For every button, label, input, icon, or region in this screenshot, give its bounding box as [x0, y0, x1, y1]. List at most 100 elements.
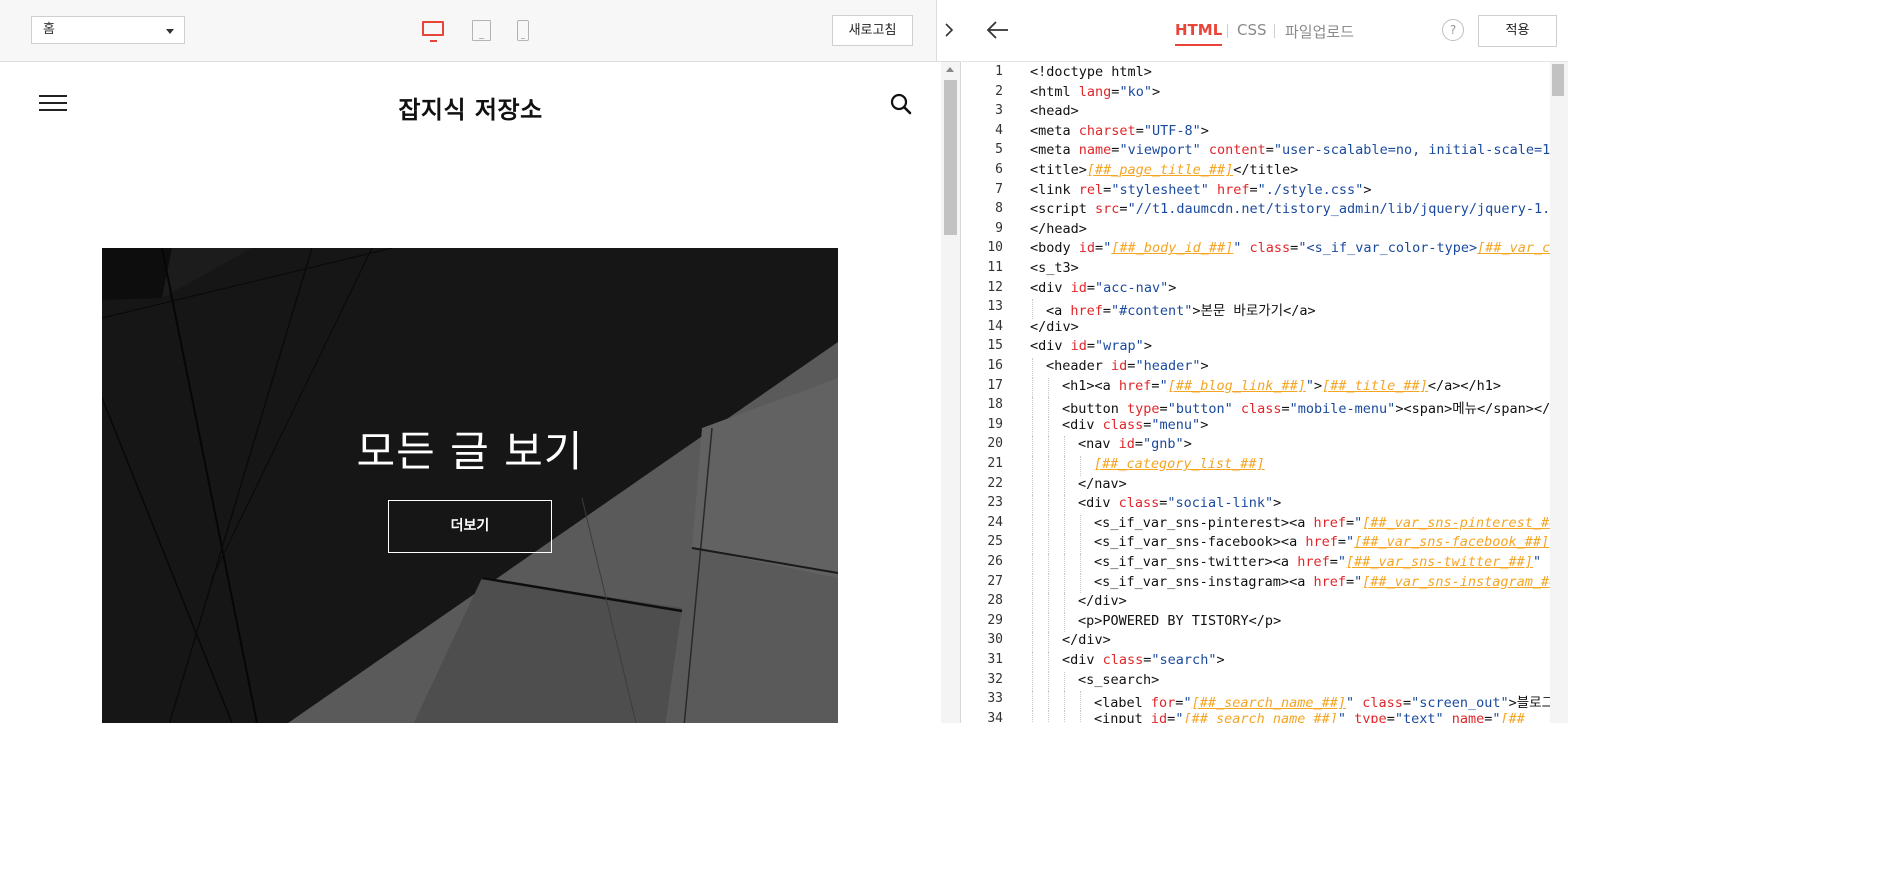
code-token: "./style.css" — [1257, 181, 1364, 198]
code-line[interactable]: <div class="social-link"> — [1078, 495, 1281, 511]
indent-guide — [1048, 436, 1050, 456]
code-token: id — [1111, 358, 1128, 374]
code-token: </title> — [1233, 162, 1299, 178]
code-line[interactable]: </nav> — [1078, 476, 1127, 492]
code-line[interactable]: </div> — [1078, 593, 1127, 609]
code-token: <body — [1030, 240, 1079, 257]
code-token: <p>POWERED BY TISTORY</p> — [1078, 612, 1282, 629]
code-line[interactable]: <s_if_var_sns-instagram><a href="[##_var… — [1094, 574, 1550, 590]
code-token: </nav> — [1078, 475, 1127, 492]
apply-button[interactable]: 적용 — [1478, 15, 1557, 47]
code-line[interactable]: <script src="//t1.daumcdn.net/tistory_ad… — [1030, 201, 1550, 217]
code-line[interactable]: <p>POWERED BY TISTORY</p> — [1078, 613, 1281, 629]
mobile-view-icon[interactable] — [517, 20, 529, 41]
indent-guide — [1032, 436, 1034, 456]
code-line[interactable]: <h1><a href="[##_blog_link_##]">[##_titl… — [1062, 378, 1501, 394]
code-token: id — [1078, 240, 1096, 257]
indent-guide — [1080, 534, 1082, 554]
code-line[interactable]: </head> — [1030, 221, 1087, 237]
tab-css[interactable]: CSS — [1237, 21, 1267, 39]
code-line[interactable]: <meta name="viewport" content="user-scal… — [1030, 142, 1550, 158]
code-token: href — [1217, 181, 1250, 198]
indent-guide — [1032, 397, 1034, 417]
code-token: <title> — [1030, 162, 1087, 178]
code-token: " — [1159, 377, 1168, 394]
preview-pane: 홈 새로고침 잡지식 저장소 모든 글 보기 더보기 — [0, 0, 961, 723]
indent-guide — [1048, 554, 1050, 574]
indent-guide — [1048, 691, 1050, 711]
refresh-button[interactable]: 새로고침 — [832, 15, 913, 46]
indent-guide — [1048, 534, 1050, 554]
code-line[interactable]: </div> — [1030, 319, 1079, 335]
code-token: <div — [1078, 495, 1119, 512]
more-button[interactable]: 더보기 — [388, 500, 552, 553]
code-line[interactable]: <input id="[##_search_name_##]" type="te… — [1094, 711, 1525, 723]
code-line[interactable]: <meta charset="UTF-8"> — [1030, 123, 1209, 139]
code-token: href — [1297, 554, 1330, 570]
code-line[interactable]: <s_t3> — [1030, 260, 1079, 276]
code-line[interactable]: <div id="wrap"> — [1030, 338, 1152, 354]
code-line[interactable]: <body id="[##_body_id_##]" class="<s_if_… — [1030, 240, 1550, 256]
code-line[interactable]: <head> — [1030, 103, 1079, 119]
collapse-preview-button[interactable] — [936, 0, 961, 62]
code-content[interactable]: <!doctype html> <html lang="ko"> <head> <me… — [1030, 62, 1550, 723]
code-token: charset — [1078, 122, 1136, 139]
scroll-up-arrow-icon[interactable] — [946, 67, 954, 72]
code-token: <div — [1062, 416, 1103, 433]
code-line[interactable]: <s_if_var_sns-pinterest><a href="[##_var… — [1094, 515, 1550, 531]
code-line[interactable]: [##_category_list_##] — [1094, 456, 1265, 472]
help-icon[interactable]: ? — [1442, 19, 1464, 41]
editor-scrollbar[interactable] — [1550, 62, 1568, 723]
desktop-view-icon[interactable] — [422, 21, 444, 42]
indent-guide — [1080, 573, 1082, 594]
code-token: " — [1532, 554, 1542, 570]
indent-guide — [1064, 691, 1066, 711]
line-number: 9 — [995, 220, 1003, 236]
code-line[interactable]: <s_search> — [1078, 672, 1159, 688]
indent-guide — [1064, 710, 1066, 723]
code-line[interactable]: <title>[##_page_title_##]</title> — [1030, 162, 1298, 178]
tab-html[interactable]: HTML — [1175, 21, 1223, 46]
preview-scrollbar[interactable] — [941, 62, 960, 723]
code-line[interactable]: <s_if_var_sns-twitter><a href="[##_var_s… — [1094, 554, 1550, 570]
line-number: 23 — [987, 495, 1003, 511]
code-line[interactable]: <label for="[##_search_name_##]" class="… — [1094, 691, 1550, 711]
code-token: "wrap" — [1095, 338, 1144, 355]
code-token: clas — [1541, 554, 1550, 570]
code-token: rel — [1078, 181, 1104, 198]
code-line[interactable]: <header id="header"> — [1046, 358, 1209, 374]
code-token: "stylesheet" — [1111, 181, 1209, 198]
code-line[interactable]: <html lang="ko"> — [1030, 84, 1160, 100]
editor-scrollbar-thumb[interactable] — [1552, 64, 1564, 96]
back-arrow-icon[interactable] — [986, 20, 1010, 40]
code-token: [## — [1500, 710, 1525, 723]
code-token: lang — [1078, 83, 1112, 100]
line-number: 3 — [995, 103, 1003, 119]
code-line[interactable]: <a href="#content">본문 바로가기</a> — [1046, 299, 1316, 319]
code-line[interactable]: <div id="acc-nav"> — [1030, 280, 1176, 296]
tab-file-upload[interactable]: 파일업로드 — [1285, 21, 1354, 42]
code-token: > — [1168, 279, 1177, 296]
blog-title[interactable]: 잡지식 저장소 — [0, 90, 941, 125]
code-line[interactable]: </div> — [1062, 632, 1111, 648]
code-line[interactable]: <link rel="stylesheet" href="./style.css… — [1030, 182, 1371, 198]
code-line[interactable]: <!doctype html> — [1030, 64, 1152, 80]
tablet-view-icon[interactable] — [472, 20, 491, 41]
code-line[interactable]: <button type="button" class="mobile-menu… — [1062, 397, 1550, 417]
code-line[interactable]: <div class="search"> — [1062, 652, 1225, 668]
indent-guide — [1048, 671, 1050, 692]
code-token: for — [1150, 695, 1176, 712]
search-icon[interactable] — [890, 93, 912, 115]
code-token: > — [1200, 122, 1209, 139]
code-token: " — [1337, 554, 1346, 570]
code-line[interactable]: <s_if_var_sns-facebook><a href="[##_var_… — [1094, 534, 1550, 550]
indent-guide — [1032, 612, 1034, 633]
page-select[interactable]: 홈 — [31, 16, 185, 44]
code-editor[interactable]: 1 2 3 4 5 6 7 8 9 10 11 12 13 14 15 16 17 18 19 20 21 22 23 24 2… — [962, 62, 1568, 723]
code-line[interactable]: <div class="menu"> — [1062, 417, 1208, 433]
code-line[interactable]: <nav id="gnb"> — [1078, 436, 1192, 452]
code-token: </div> — [1078, 593, 1127, 610]
preview-scrollbar-thumb[interactable] — [944, 80, 957, 235]
